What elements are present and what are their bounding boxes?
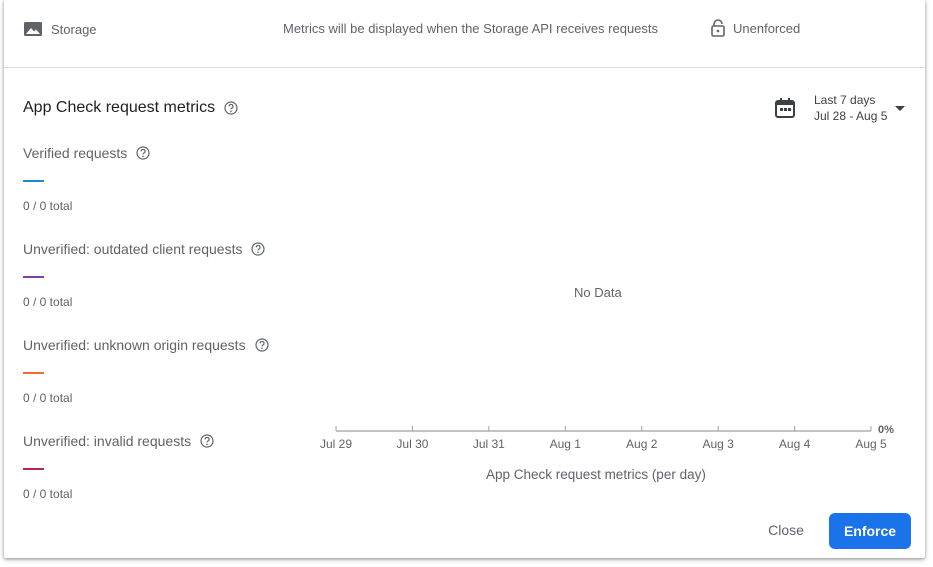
y-tick-label: 0% [878, 424, 894, 436]
metric-label: Unverified: unknown origin requests [23, 337, 246, 353]
service-row: Storage Metrics will be displayed when t… [4, 0, 925, 68]
series-color-swatch [23, 372, 44, 374]
metrics-message: Metrics will be displayed when the Stora… [283, 21, 659, 36]
metric-header: Unverified: unknown origin requests [23, 337, 303, 353]
metric-total: 0 / 0 total [23, 295, 73, 309]
metric-invalid: Unverified: invalid requests 0 / 0 total [23, 433, 303, 501]
metric-header: Unverified: invalid requests [23, 433, 303, 449]
calendar-icon [775, 98, 795, 118]
metric-total: 0 / 0 total [23, 487, 73, 501]
x-tick-label: Jul 31 [473, 437, 505, 451]
metric-label: Unverified: invalid requests [23, 433, 192, 449]
help-icon[interactable] [254, 338, 269, 352]
enforcement-status: Unenforced [710, 19, 800, 37]
x-tick-label: Aug 1 [550, 437, 582, 451]
help-icon[interactable] [200, 434, 214, 448]
x-tick-label: Aug 3 [702, 437, 734, 451]
series-color-swatch [23, 180, 44, 182]
date-range-text: Last 7 days Jul 28 - Aug 5 [814, 92, 887, 124]
date-range-picker[interactable]: Last 7 days Jul 28 - Aug 5 [774, 92, 906, 124]
x-tick-label: Jul 29 [320, 437, 352, 451]
metric-outdated-client: Unverified: outdated client requests 0 /… [23, 241, 303, 309]
x-tick-label: Aug 5 [855, 437, 887, 451]
app-check-dialog: Storage Metrics will be displayed when t… [4, 0, 925, 558]
date-range-dates: Jul 28 - Aug 5 [814, 109, 888, 123]
metric-unknown-origin: Unverified: unknown origin requests 0 / … [23, 337, 303, 405]
section-header: App Check request metrics [23, 99, 238, 117]
status-label: Unenforced [733, 20, 801, 36]
help-icon[interactable] [224, 101, 238, 115]
series-color-swatch [23, 468, 44, 470]
help-icon[interactable] [251, 242, 266, 256]
x-tick-label: Aug 2 [626, 437, 658, 451]
metric-header: Unverified: outdated client requests [23, 241, 303, 257]
image-icon [24, 22, 42, 36]
service-info: Storage [23, 21, 97, 37]
close-button[interactable]: Close [756, 516, 816, 544]
metric-label: Unverified: outdated client requests [23, 241, 243, 257]
metric-verified: Verified requests 0 / 0 total [23, 145, 303, 213]
chart-caption: App Check request metrics (per day) [486, 467, 706, 482]
series-color-swatch [23, 276, 44, 278]
x-tick-label: Aug 4 [779, 437, 811, 451]
service-name: Storage [51, 21, 97, 37]
x-tick-label: Jul 30 [396, 437, 428, 451]
unlock-icon [711, 19, 725, 37]
chart-axis: Jul 29 Jul 30 Jul 31 Aug 1 Aug 2 Aug 3 Aug 4 Au… [320, 424, 894, 451]
section-title: App Check request metrics [23, 99, 216, 116]
metric-label: Verified requests [23, 145, 128, 161]
enforce-button[interactable]: Enforce [829, 513, 911, 549]
metric-header: Verified requests [23, 145, 303, 161]
metric-total: 0 / 0 total [23, 391, 73, 405]
no-data-label: No Data [574, 285, 622, 300]
metric-total: 0 / 0 total [23, 199, 73, 213]
help-icon[interactable] [136, 146, 150, 160]
dropdown-arrow-icon [895, 106, 906, 111]
date-range-label: Last 7 days [814, 93, 876, 107]
